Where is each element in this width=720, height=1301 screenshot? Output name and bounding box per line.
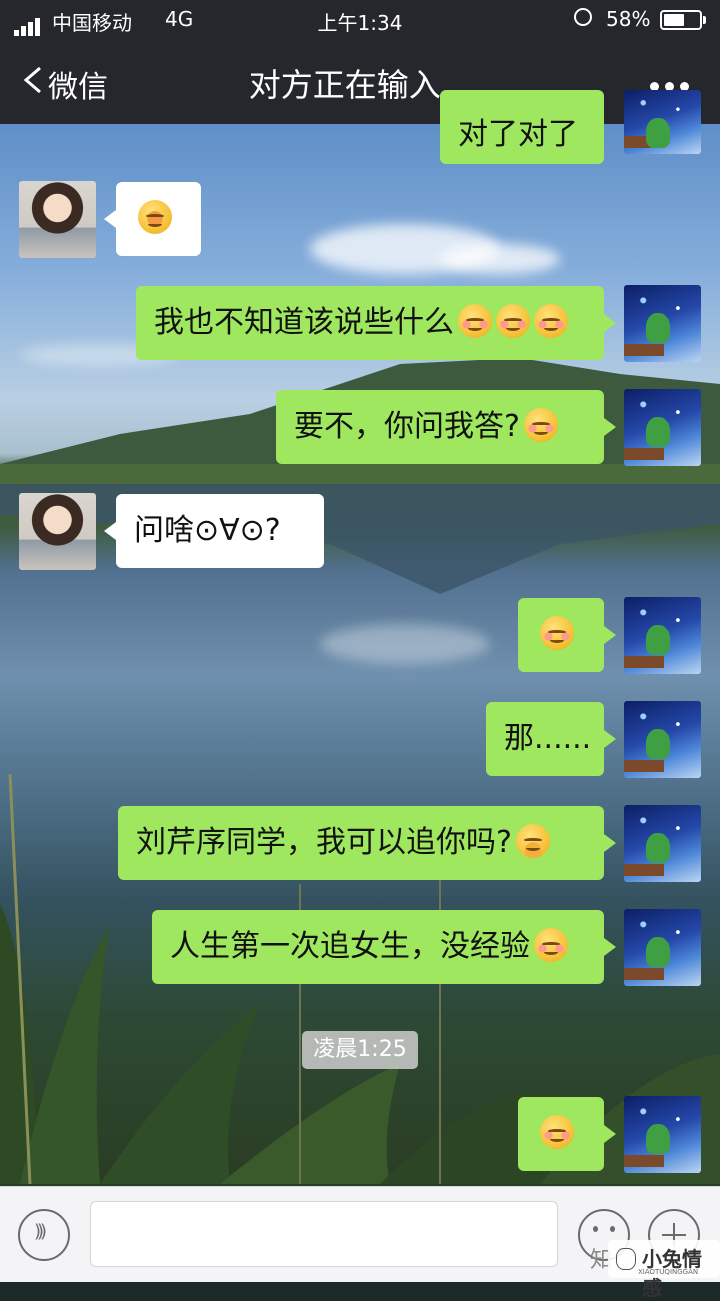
- message-bubble-partial[interactable]: 对了对了: [440, 90, 604, 164]
- alarm-clock-icon: [574, 8, 592, 26]
- my-avatar[interactable]: [624, 909, 701, 986]
- blush-emoji-icon: [534, 927, 568, 962]
- my-avatar[interactable]: [624, 285, 701, 362]
- message-text: 那......: [504, 721, 592, 756]
- battery-tip-icon: [703, 16, 706, 24]
- message-bubble-incoming[interactable]: [104, 182, 201, 256]
- message-bubble-outgoing[interactable]: 人生第一次追女生，没经验: [152, 910, 616, 984]
- blush-emoji-icon: [534, 303, 568, 338]
- message-bubble-outgoing[interactable]: 要不，你问我答?: [276, 390, 616, 464]
- message-bubble-outgoing[interactable]: 那......: [486, 702, 616, 776]
- message-text: 刘芹序同学，我可以追你吗?: [136, 825, 512, 860]
- blush-emoji-icon: [458, 303, 492, 338]
- message-text: 对了对了: [458, 117, 578, 152]
- watermark-brand-en: XIAOTUQINGGAN: [638, 1268, 699, 1276]
- message-text: 人生第一次追女生，没经验: [170, 929, 530, 964]
- my-avatar[interactable]: [624, 805, 701, 882]
- watermark: 知 小兔情感 XIAOTUQINGGAN: [590, 1238, 720, 1300]
- my-avatar[interactable]: [624, 701, 701, 778]
- my-avatar[interactable]: [624, 90, 701, 154]
- message-input[interactable]: [90, 1201, 558, 1267]
- nav-bar: 微信 对方正在输入...: [0, 40, 720, 124]
- voice-input-button[interactable]: [18, 1209, 70, 1261]
- blush-emoji-icon: [523, 407, 558, 442]
- message-bubble-outgoing[interactable]: [518, 1097, 616, 1171]
- watermark-logo: 小兔情感 XIAOTUQINGGAN: [608, 1240, 720, 1300]
- message-bubble-outgoing[interactable]: 我也不知道该说些什么: [136, 286, 616, 360]
- message-timestamp: 凌晨1:25: [302, 1031, 418, 1069]
- battery-percent: 58%: [606, 7, 651, 31]
- contact-avatar[interactable]: [19, 181, 96, 258]
- blush-emoji-icon: [496, 303, 530, 338]
- message-text: 问啥⊙∀⊙?: [134, 513, 281, 548]
- message-bubble-outgoing[interactable]: 刘芹序同学，我可以追你吗?: [118, 806, 616, 880]
- cover-mouth-emoji-icon: [515, 823, 550, 858]
- cry-laugh-emoji-icon: [138, 199, 172, 234]
- message-text: 要不，你问我答?: [294, 409, 520, 444]
- message-bubble-outgoing[interactable]: [518, 598, 616, 672]
- blush-emoji-icon: [540, 1114, 574, 1149]
- contact-avatar[interactable]: [19, 493, 96, 570]
- message-text: 我也不知道该说些什么: [154, 305, 454, 340]
- blush-emoji-icon: [540, 615, 574, 650]
- top-bar: 中国移动 4G 上午1:34 58% 微信 对方正在输入...: [0, 0, 720, 124]
- chat-wallpaper: [0, 124, 720, 1186]
- battery-icon: [660, 10, 702, 30]
- rabbit-logo-icon: [616, 1248, 636, 1270]
- page-title: 对方正在输入...: [248, 66, 472, 104]
- my-avatar[interactable]: [624, 1096, 701, 1173]
- message-bubble-incoming[interactable]: 问啥⊙∀⊙?: [104, 494, 324, 568]
- my-avatar[interactable]: [624, 389, 701, 466]
- my-avatar[interactable]: [624, 597, 701, 674]
- status-bar: 中国移动 4G 上午1:34 58%: [0, 0, 720, 40]
- lake-reflection-icon: [0, 484, 720, 594]
